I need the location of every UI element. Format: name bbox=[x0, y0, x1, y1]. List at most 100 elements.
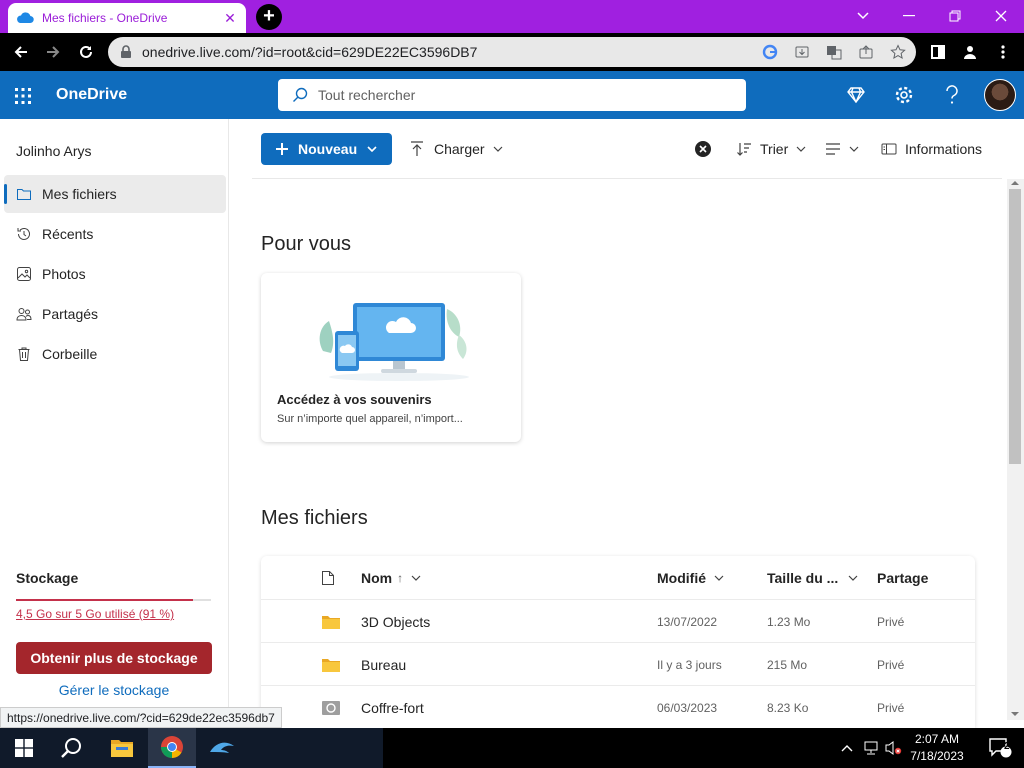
card-subtitle: Sur n’importe quel appareil, n’import... bbox=[277, 413, 463, 425]
storage-title: Stockage bbox=[16, 570, 79, 586]
sidebar-item-partages[interactable]: Partagés bbox=[4, 295, 226, 333]
clock-time: 2:07 AM bbox=[914, 732, 960, 746]
sidebar-item-label: Récents bbox=[42, 226, 94, 242]
plus-icon bbox=[275, 142, 289, 156]
onedrive-brand[interactable]: OneDrive bbox=[56, 86, 127, 104]
sidebar-item-recents[interactable]: Récents bbox=[4, 215, 226, 253]
chevron-down-icon bbox=[411, 575, 421, 581]
app-launcher-icon[interactable] bbox=[12, 85, 34, 107]
vault-icon bbox=[321, 686, 341, 728]
sort-button[interactable]: Trier bbox=[736, 133, 806, 165]
lock-icon bbox=[120, 45, 132, 59]
history-icon bbox=[16, 226, 32, 242]
volume-muted-icon[interactable] bbox=[882, 728, 904, 768]
notification-center-icon[interactable]: 2 bbox=[976, 728, 1024, 768]
table-row[interactable]: Coffre-fort 06/03/2023 8.23 Ko Privé bbox=[261, 685, 975, 728]
sidebar-item-photos[interactable]: Photos bbox=[4, 255, 226, 293]
browser-tab-strip: Mes fichiers - OneDrive ✕ + bbox=[0, 0, 1024, 33]
scroll-down-arrow-icon[interactable] bbox=[1011, 711, 1019, 717]
info-button[interactable]: Informations bbox=[881, 133, 982, 165]
share-icon[interactable] bbox=[858, 44, 874, 60]
scrollbar-thumb[interactable] bbox=[1009, 189, 1021, 464]
name-column-label: Nom bbox=[361, 569, 393, 586]
storage-usage-link[interactable]: 4,5 Go sur 5 Go utilisé (91 %) bbox=[16, 607, 174, 621]
close-window-button[interactable] bbox=[978, 0, 1024, 31]
chrome-icon[interactable] bbox=[148, 728, 196, 768]
google-icon[interactable] bbox=[762, 44, 778, 60]
tab-search-chevron-icon[interactable] bbox=[840, 0, 886, 31]
name-column-header[interactable]: Nom ↑ bbox=[361, 556, 421, 599]
file-sharing: Privé bbox=[877, 657, 905, 672]
chevron-down-icon bbox=[493, 146, 503, 152]
modified-column-label: Modifié bbox=[657, 569, 706, 586]
table-row[interactable]: Bureau Il y a 3 jours 215 Mo Privé bbox=[261, 642, 975, 685]
document-icon bbox=[321, 570, 335, 586]
new-button[interactable]: Nouveau bbox=[261, 133, 392, 165]
dolphin-app-icon[interactable] bbox=[198, 728, 246, 768]
help-icon[interactable] bbox=[940, 83, 964, 107]
folder-icon bbox=[321, 600, 341, 643]
size-column-header[interactable]: Taille du ... bbox=[767, 556, 858, 599]
modified-column-header[interactable]: Modifié bbox=[657, 556, 724, 599]
back-arrow-icon[interactable] bbox=[8, 39, 34, 65]
user-avatar[interactable] bbox=[984, 79, 1016, 111]
table-row[interactable]: 3D Objects 13/07/2022 1.23 Mo Privé bbox=[261, 599, 975, 642]
upload-arrow-icon bbox=[410, 141, 424, 157]
sharing-column-header[interactable]: Partage bbox=[877, 556, 928, 599]
translate-icon[interactable] bbox=[826, 44, 842, 60]
tab-close-button[interactable]: ✕ bbox=[222, 10, 238, 27]
search-box[interactable]: Tout rechercher bbox=[278, 79, 746, 111]
reload-icon[interactable] bbox=[73, 39, 99, 65]
minimize-button[interactable] bbox=[886, 0, 932, 31]
storage-progress-fill bbox=[16, 599, 194, 601]
clear-filter-button[interactable] bbox=[694, 133, 712, 165]
command-bar: Nouveau Charger Trier Informations bbox=[252, 119, 1002, 179]
address-bar[interactable]: onedrive.live.com/?id=root&cid=629DE22EC… bbox=[108, 37, 916, 67]
sort-label: Trier bbox=[760, 141, 789, 157]
file-explorer-icon[interactable] bbox=[98, 728, 146, 768]
tray-chevron-up-icon[interactable] bbox=[836, 728, 858, 768]
install-app-icon[interactable] bbox=[794, 44, 810, 60]
premium-diamond-icon[interactable] bbox=[844, 83, 868, 107]
file-type-column-header[interactable] bbox=[321, 556, 335, 599]
sidebar-item-corbeille[interactable]: Corbeille bbox=[4, 335, 226, 373]
scroll-up-arrow-icon[interactable] bbox=[1011, 180, 1019, 186]
sidebar-item-mes-fichiers[interactable]: Mes fichiers bbox=[4, 175, 226, 213]
file-name[interactable]: Bureau bbox=[361, 643, 406, 686]
side-panel-icon[interactable] bbox=[925, 39, 951, 65]
get-more-storage-button[interactable]: Obtenir plus de stockage bbox=[16, 642, 212, 674]
profile-icon[interactable] bbox=[957, 39, 983, 65]
memories-card[interactable]: Accédez à vos souvenirs Sur n’importe qu… bbox=[261, 273, 521, 442]
file-name[interactable]: 3D Objects bbox=[361, 600, 430, 643]
manage-storage-link[interactable]: Gérer le stockage bbox=[16, 682, 212, 698]
chevron-down-icon bbox=[849, 146, 859, 152]
restore-button[interactable] bbox=[932, 0, 978, 31]
network-icon[interactable] bbox=[860, 728, 882, 768]
windows-start-icon[interactable] bbox=[0, 728, 48, 768]
file-name[interactable]: Coffre-fort bbox=[361, 686, 424, 728]
more-menu-icon[interactable] bbox=[990, 39, 1016, 65]
browser-tab-active[interactable]: Mes fichiers - OneDrive ✕ bbox=[8, 3, 246, 33]
sidebar: Jolinho Arys Mes fichiers Récents Photos… bbox=[0, 119, 229, 728]
file-size: 1.23 Mo bbox=[767, 614, 811, 629]
search-placeholder: Tout rechercher bbox=[318, 87, 416, 103]
view-options-button[interactable] bbox=[825, 133, 859, 165]
people-icon bbox=[16, 306, 32, 322]
card-title: Accédez à vos souvenirs bbox=[277, 392, 432, 407]
trash-icon bbox=[16, 346, 32, 362]
settings-gear-icon[interactable] bbox=[892, 83, 916, 107]
system-clock[interactable]: 2:07 AM 7/18/2023 bbox=[904, 731, 970, 765]
image-icon bbox=[16, 266, 32, 282]
clock-date: 7/18/2023 bbox=[910, 749, 964, 763]
bookmark-star-icon[interactable] bbox=[890, 44, 906, 60]
search-icon[interactable] bbox=[48, 728, 96, 768]
forward-arrow-icon[interactable] bbox=[40, 39, 66, 65]
upload-label: Charger bbox=[434, 141, 485, 157]
chevron-down-icon bbox=[848, 575, 858, 581]
link-status-bubble: https://onedrive.live.com/?cid=629de22ec… bbox=[0, 707, 282, 728]
upload-button[interactable]: Charger bbox=[410, 133, 503, 165]
folder-icon bbox=[16, 186, 32, 202]
page-scrollbar[interactable] bbox=[1007, 179, 1024, 720]
new-tab-button[interactable]: + bbox=[256, 4, 282, 30]
devices-illustration bbox=[309, 291, 477, 383]
